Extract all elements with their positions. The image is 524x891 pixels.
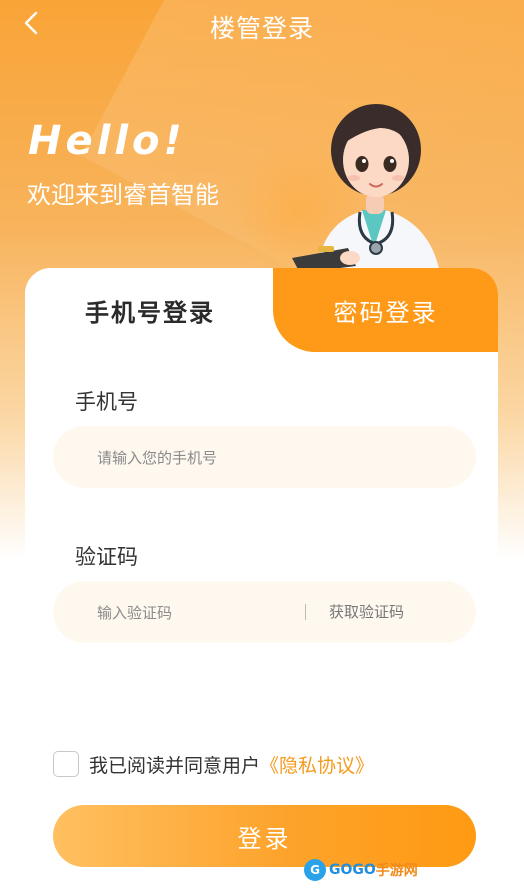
hello-text: Hello! [28,118,186,164]
tab-phone-login[interactable]: 手机号登录 [25,268,275,352]
login-card: 手机号登录 密码登录 [25,268,498,728]
phone-input[interactable] [95,426,339,490]
doctor-illustration [292,104,440,273]
page-title: 楼管登录 [209,14,314,43]
privacy-link[interactable]: 《隐私协议》 [260,751,374,778]
watermark: G GOGO 手游网 [304,857,418,883]
phone-field [53,426,476,490]
code-input[interactable] [95,581,339,645]
agreement-checkbox[interactable] [53,751,79,777]
get-code-button[interactable]: 获取验证码 [329,581,404,643]
watermark-logo-icon: G [304,859,326,881]
code-label: 验证码 [75,545,138,569]
watermark-text: GOGO [329,862,376,878]
watermark-text-2: 手游网 [375,863,418,879]
code-field: 获取验证码 [53,581,476,645]
agreement-row: 我已阅读并同意用户 《隐私协议》 [53,750,374,778]
agreement-text: 我已阅读并同意用户 [89,754,261,777]
code-divider [305,604,306,620]
tab-password-login[interactable]: 密码登录 [273,268,498,352]
welcome-text: 欢迎来到睿首智能 [27,181,219,209]
phone-label: 手机号 [75,390,138,414]
